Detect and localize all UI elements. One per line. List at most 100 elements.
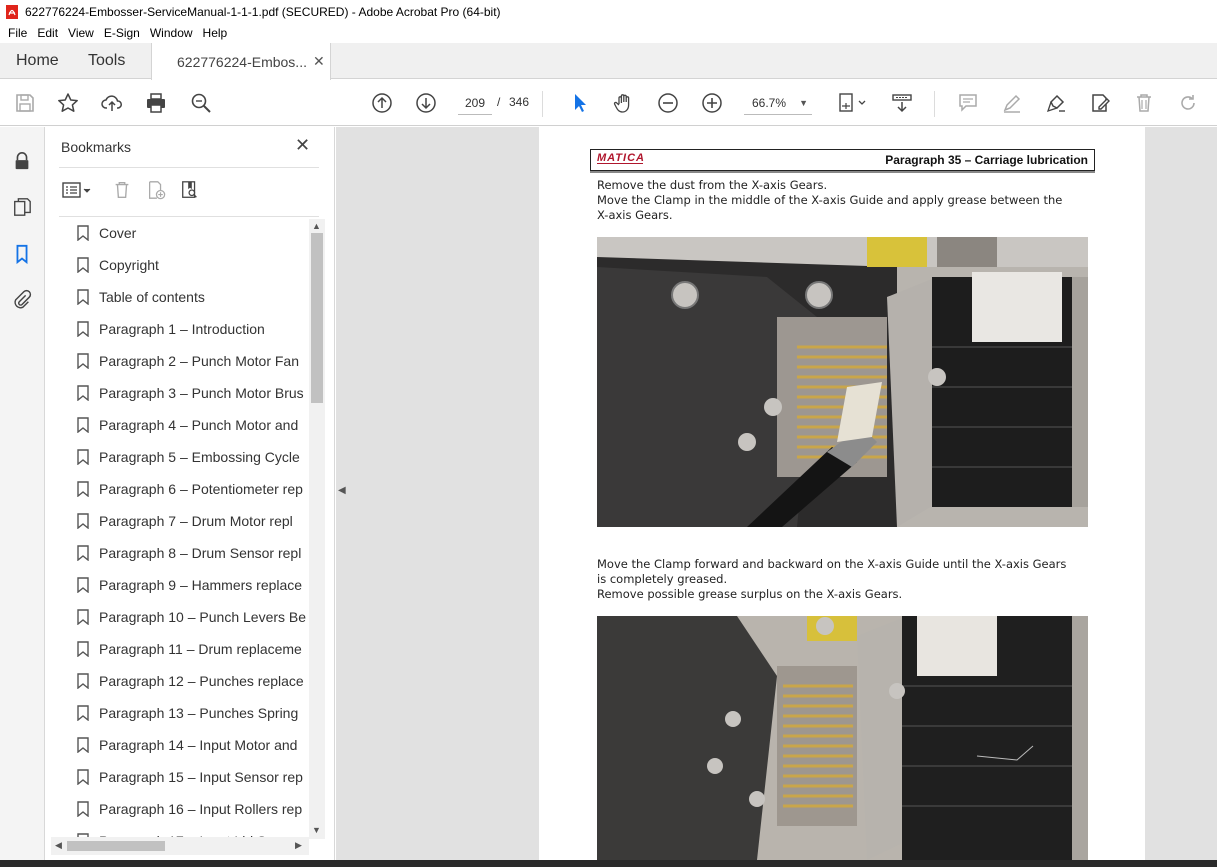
- bookmark-item[interactable]: Paragraph 9 – Hammers replace: [59, 571, 309, 599]
- bookmark-icon: [77, 801, 89, 817]
- bookmark-label: Paragraph 6 – Potentiometer rep: [99, 481, 303, 497]
- bookmark-label: Paragraph 3 – Punch Motor Brus: [99, 385, 304, 401]
- upload-icon[interactable]: [99, 90, 125, 116]
- menu-esign[interactable]: E-Sign: [100, 26, 146, 40]
- bookmarks-horizontal-scrollbar[interactable]: ◀ ▶: [51, 837, 309, 855]
- scroll-left-icon[interactable]: ◀: [55, 840, 62, 851]
- bookmark-item[interactable]: Paragraph 7 – Drum Motor repl: [59, 507, 309, 535]
- scroll-up-icon[interactable]: ▲: [312, 221, 321, 231]
- bookmark-item[interactable]: Paragraph 4 – Punch Motor and: [59, 411, 309, 439]
- scrollbar-thumb[interactable]: [311, 233, 323, 403]
- previous-page-icon[interactable]: [369, 90, 395, 116]
- next-page-icon[interactable]: [413, 90, 439, 116]
- bookmark-label: Paragraph 15 – Input Sensor rep: [99, 769, 303, 785]
- bookmark-item[interactable]: Paragraph 5 – Embossing Cycle: [59, 443, 309, 471]
- bookmark-item[interactable]: Paragraph 14 – Input Motor and: [59, 731, 309, 759]
- main-toolbar: 209 / 346 66.7% ▼: [0, 80, 1217, 126]
- bookmark-item[interactable]: Paragraph 8 – Drum Sensor repl: [59, 539, 309, 567]
- chevron-down-icon: ▼: [799, 98, 808, 108]
- zoom-search-icon[interactable]: [188, 90, 214, 116]
- menu-file[interactable]: File: [4, 26, 33, 40]
- bookmark-item[interactable]: Table of contents: [59, 283, 309, 311]
- bookmark-item[interactable]: Paragraph 6 – Potentiometer rep: [59, 475, 309, 503]
- bookmark-label: Cover: [99, 225, 137, 241]
- page-total: 346: [509, 95, 530, 109]
- page-fit-icon[interactable]: [834, 90, 870, 116]
- bookmark-item[interactable]: Paragraph 12 – Punches replace: [59, 667, 309, 695]
- bookmark-star-icon[interactable]: [55, 90, 81, 116]
- instruction-text-2: Move the Clamp forward and backward on t…: [597, 557, 1097, 602]
- bookmark-item[interactable]: Paragraph 2 – Punch Motor Fan: [59, 347, 309, 375]
- zoom-out-icon[interactable]: [655, 90, 681, 116]
- tab-document[interactable]: 622776224-Embos... ✕: [151, 43, 331, 80]
- delete-bookmark-icon[interactable]: [109, 177, 135, 203]
- bookmarks-panel-icon[interactable]: [10, 242, 34, 266]
- menu-help[interactable]: Help: [199, 26, 234, 40]
- bookmark-icon: [77, 417, 89, 433]
- bookmark-label: Paragraph 8 – Drum Sensor repl: [99, 545, 302, 561]
- bookmark-item[interactable]: Paragraph 3 – Punch Motor Brus: [59, 379, 309, 407]
- bookmark-item[interactable]: Paragraph 1 – Introduction: [59, 315, 309, 343]
- logo-underline: [597, 163, 643, 164]
- page-separator: /: [497, 95, 501, 109]
- bookmark-icon: [77, 545, 89, 561]
- save-icon[interactable]: [12, 90, 38, 116]
- tab-tools[interactable]: Tools: [88, 43, 125, 79]
- bookmark-item[interactable]: Paragraph 15 – Input Sensor rep: [59, 763, 309, 791]
- bookmark-item[interactable]: Cover: [59, 219, 309, 247]
- page-thumbnails-icon[interactable]: [10, 195, 34, 219]
- tab-close-icon[interactable]: ✕: [313, 53, 325, 70]
- lock-icon[interactable]: [10, 149, 34, 173]
- new-bookmark-icon[interactable]: [143, 177, 169, 203]
- scroll-mode-icon[interactable]: [889, 90, 915, 116]
- delete-icon[interactable]: [1131, 90, 1157, 116]
- gear-photo-2: [597, 616, 1088, 860]
- comment-icon[interactable]: [955, 90, 981, 116]
- bookmarks-panel-title: Bookmarks: [61, 139, 132, 155]
- zoom-in-icon[interactable]: [699, 90, 725, 116]
- left-navigation-rail: [0, 127, 45, 860]
- bookmark-label: Paragraph 16 – Input Rollers rep: [99, 801, 303, 817]
- menu-edit[interactable]: Edit: [33, 26, 64, 40]
- menu-view[interactable]: View: [64, 26, 100, 40]
- horizontal-scrollbar-thumb[interactable]: [67, 841, 165, 851]
- collapse-panel-icon[interactable]: ◀: [338, 485, 346, 496]
- select-cursor-icon[interactable]: [567, 90, 593, 116]
- bookmark-label: Paragraph 13 – Punches Spring: [99, 705, 299, 721]
- hand-tool-icon[interactable]: [611, 90, 637, 116]
- bookmark-item[interactable]: Copyright: [59, 251, 309, 279]
- bookmark-options-icon[interactable]: [59, 177, 95, 203]
- panel-divider-2: [59, 216, 319, 217]
- bookmarks-vertical-scrollbar[interactable]: ▲ ▼: [309, 219, 325, 839]
- zoom-level-select[interactable]: 66.7% ▼: [744, 91, 812, 115]
- gear-photo-1: [597, 237, 1088, 527]
- bookmark-item[interactable]: Paragraph 11 – Drum replaceme: [59, 635, 309, 663]
- panel-divider: [59, 167, 319, 168]
- page-number-input[interactable]: 209: [458, 91, 492, 115]
- bookmark-item[interactable]: Paragraph 13 – Punches Spring: [59, 699, 309, 727]
- document-viewport[interactable]: ◀ MATICA Paragraph 35 – Carriage lubrica…: [336, 127, 1217, 860]
- edit-pdf-icon[interactable]: [1087, 90, 1113, 116]
- bookmark-label: Copyright: [99, 257, 159, 273]
- bookmark-label: Paragraph 10 – Punch Levers Be: [99, 609, 307, 625]
- find-bookmark-icon[interactable]: [177, 177, 203, 203]
- bookmark-item[interactable]: Paragraph 10 – Punch Levers Be: [59, 603, 309, 631]
- zoom-level-value: 66.7%: [752, 96, 787, 110]
- attachment-icon[interactable]: [10, 287, 34, 311]
- bookmark-icon: [77, 321, 89, 337]
- bookmark-label: Paragraph 9 – Hammers replace: [99, 577, 303, 593]
- bookmark-label: Table of contents: [99, 289, 205, 305]
- sign-pen-icon[interactable]: [1043, 90, 1069, 116]
- scroll-right-icon[interactable]: ▶: [295, 840, 302, 851]
- menu-window[interactable]: Window: [146, 26, 199, 40]
- scroll-down-icon[interactable]: ▼: [312, 825, 321, 835]
- bookmark-label: Paragraph 2 – Punch Motor Fan: [99, 353, 300, 369]
- text-line: Move the Clamp forward and backward on t…: [597, 557, 1067, 571]
- redo-icon[interactable]: [1175, 90, 1201, 116]
- bookmark-icon: [77, 289, 89, 305]
- tab-home[interactable]: Home: [16, 43, 59, 79]
- close-panel-icon[interactable]: ✕: [295, 135, 310, 156]
- bookmark-item[interactable]: Paragraph 16 – Input Rollers rep: [59, 795, 309, 823]
- highlight-pen-icon[interactable]: [999, 90, 1025, 116]
- print-icon[interactable]: [143, 90, 169, 116]
